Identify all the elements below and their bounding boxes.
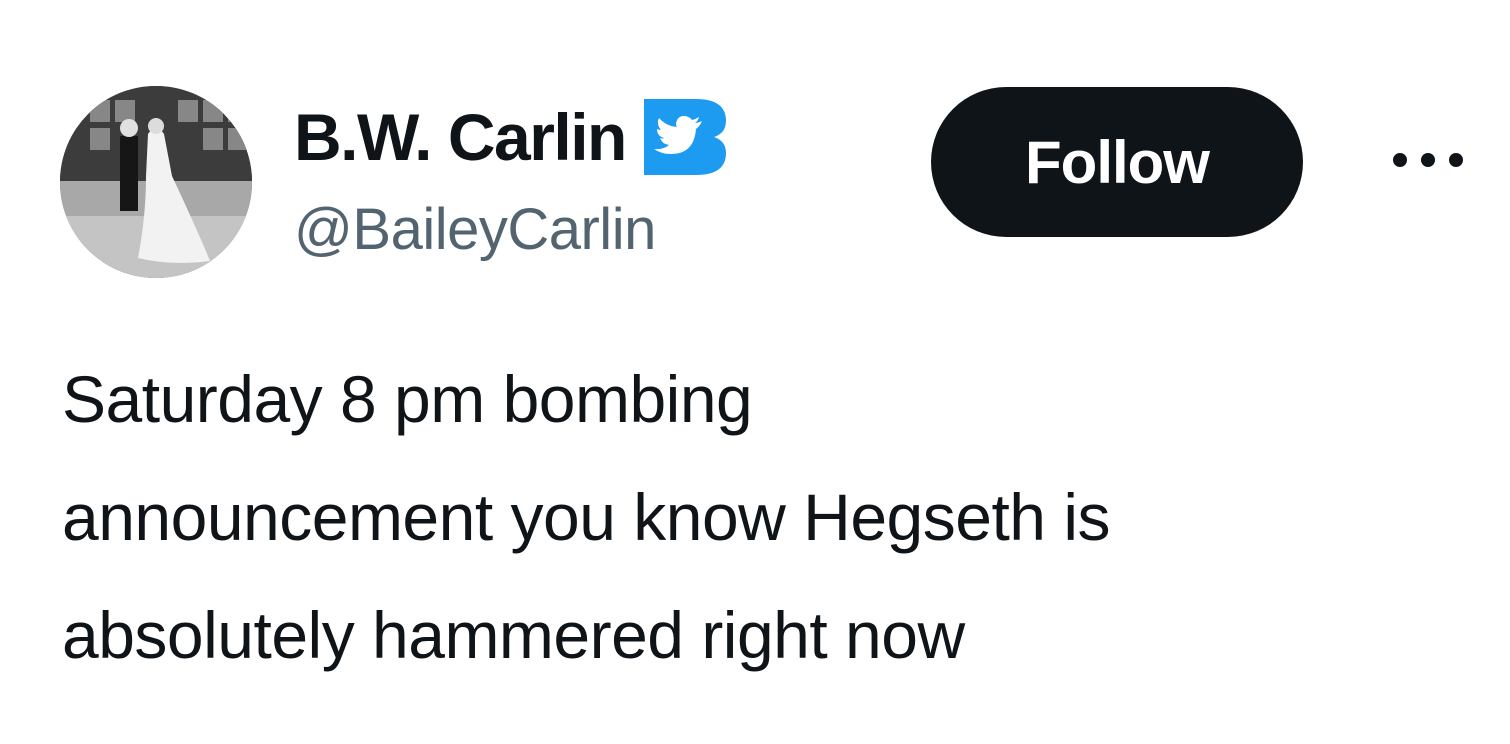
author-handle[interactable]: @BaileyCarlin	[294, 194, 656, 266]
tweet-card: B.W. Carlin @BaileyCarlin Follow Saturda…	[0, 0, 1510, 744]
more-dots-icon	[1393, 153, 1463, 167]
author-name-row: B.W. Carlin	[294, 97, 726, 177]
tweet-text-line: Saturday 8 pm bombing	[62, 362, 753, 436]
avatar[interactable]	[60, 86, 252, 278]
more-options-button[interactable]	[1386, 130, 1470, 190]
twitter-bird-badge-icon[interactable]	[643, 99, 726, 175]
avatar-photo	[60, 86, 252, 278]
follow-button[interactable]: Follow	[931, 87, 1303, 237]
tweet-text: Saturday 8 pm bombing announcement you k…	[62, 340, 1462, 694]
author-display-name[interactable]: B.W. Carlin	[294, 97, 627, 177]
tweet-text-line: absolutely hammered right now	[62, 598, 965, 672]
tweet-text-line: announcement you know Hegseth is	[62, 480, 1111, 554]
